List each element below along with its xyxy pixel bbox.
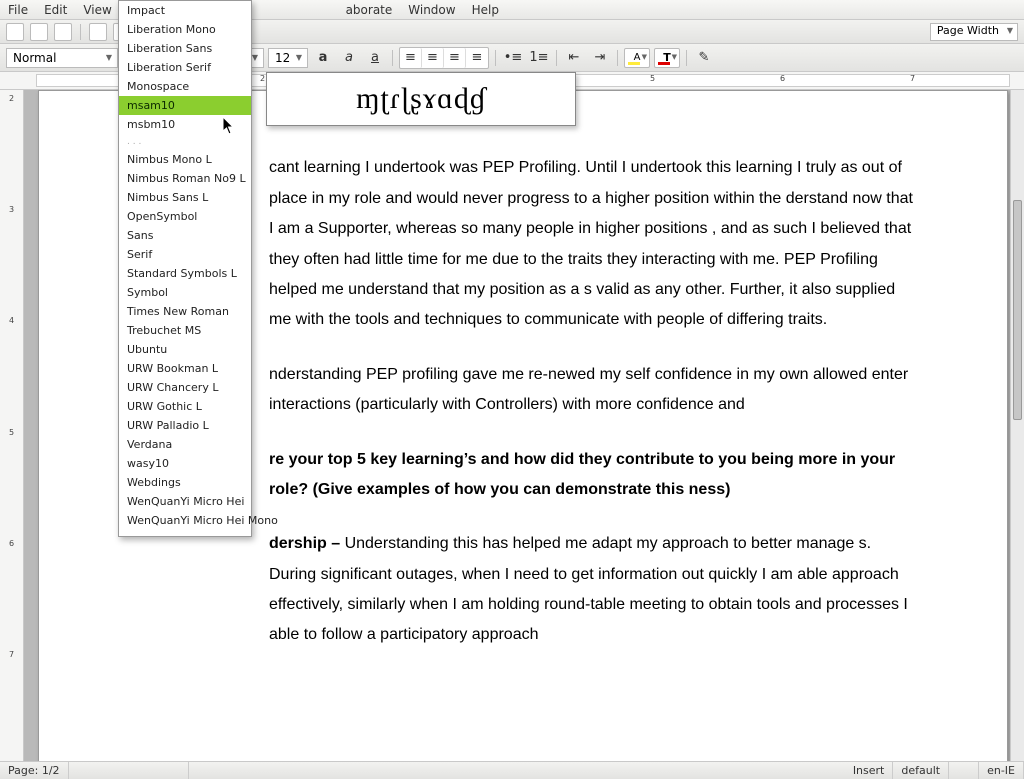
number-list-button[interactable]: 1≡ [528,48,550,68]
status-language[interactable]: en-IE [979,762,1024,779]
bullet-list-button[interactable]: •≡ [502,48,524,68]
font-option[interactable]: URW Gothic L [119,397,251,416]
font-option[interactable]: Nimbus Roman No9 L [119,169,251,188]
heading-2: re your top 5 key learning’s and how did… [269,451,895,498]
align-right-button[interactable]: ≡ [444,48,466,68]
font-option[interactable]: URW Bookman L [119,359,251,378]
highlight-color-button[interactable]: A [624,48,650,68]
font-option[interactable]: URW Chancery L [119,378,251,397]
menu-edit[interactable]: Edit [36,1,75,19]
font-option[interactable]: Times New Roman [119,302,251,321]
zoom-value: Page Width [937,24,999,37]
font-option[interactable]: Sans [119,226,251,245]
menu-file[interactable]: File [0,1,36,19]
clear-formatting-button[interactable]: ✎ [693,48,715,68]
font-option[interactable]: URW Palladio L [119,416,251,435]
align-left-button[interactable]: ≡ [400,48,422,68]
font-option[interactable]: OpenSymbol [119,207,251,226]
ruler-tick: 2 [260,74,265,83]
font-dropdown[interactable]: Impact Liberation Mono Liberation Sans L… [118,0,252,537]
font-option[interactable]: Webdings [119,473,251,492]
separator [80,24,81,40]
status-empty2 [949,762,979,779]
ruler-tick: 4 [9,316,14,427]
separator [495,50,496,66]
font-option[interactable]: Monospace [119,77,251,96]
status-empty [69,762,189,779]
font-option[interactable]: Serif [119,245,251,264]
ruler-tick: 3 [9,205,14,316]
font-option[interactable]: WenQuanYi Micro Hei [119,492,251,511]
align-group: ≡ ≡ ≡ ≡ [399,47,489,69]
vertical-ruler[interactable]: 2 3 4 5 6 7 [0,90,24,761]
status-insert-mode[interactable]: Insert [845,762,894,779]
mouse-cursor-icon [222,116,236,136]
font-option[interactable]: Nimbus Sans L [119,188,251,207]
font-option[interactable]: Standard Symbols L [119,264,251,283]
font-size-combo[interactable]: 12 [268,48,308,68]
font-option[interactable]: Ubuntu [119,340,251,359]
font-option[interactable]: wasy10 [119,454,251,473]
menu-view[interactable]: View [75,1,119,19]
ruler-tick: 5 [9,428,14,539]
body-lead: dership – [269,535,345,552]
font-option[interactable]: Liberation Sans [119,39,251,58]
body-text: cant learning I undertook was PEP Profil… [269,159,913,328]
vertical-scrollbar[interactable] [1010,90,1024,761]
status-page[interactable]: Page: 1/2 [0,762,69,779]
separator [686,50,687,66]
increase-indent-button[interactable]: ⇥ [589,48,611,68]
paragraph-style-value: Normal [13,51,56,65]
menu-collaborate[interactable]: aborate [338,1,401,19]
ruler-tick: 5 [650,74,655,83]
bold-button[interactable]: a [312,48,334,68]
ruler-tick: 6 [780,74,785,83]
font-option: . . . [119,134,251,150]
open-icon[interactable] [30,23,48,41]
separator [392,50,393,66]
align-center-button[interactable]: ≡ [422,48,444,68]
font-option[interactable]: Liberation Serif [119,58,251,77]
ruler-tick: 2 [9,94,14,205]
menu-window[interactable]: Window [400,1,463,19]
font-option[interactable]: Impact [119,1,251,20]
status-bar: Page: 1/2 Insert default en-IE [0,761,1024,779]
font-preview-tooltip: ɱʈɾɭʂɤɑɖɠ [266,72,576,126]
separator [556,50,557,66]
font-option-selected[interactable]: msam10 [119,96,251,115]
new-doc-icon[interactable] [6,23,24,41]
decrease-indent-button[interactable]: ⇤ [563,48,585,68]
font-option[interactable]: Symbol [119,283,251,302]
italic-button[interactable]: a [338,48,360,68]
font-option[interactable]: Verdana [119,435,251,454]
paragraph-style-combo[interactable]: Normal [6,48,118,68]
font-size-value: 12 [275,51,290,65]
font-color-button[interactable]: T [654,48,680,68]
ruler-tick: 6 [9,539,14,650]
underline-button[interactable]: a [364,48,386,68]
menu-help[interactable]: Help [464,1,507,19]
align-justify-button[interactable]: ≡ [466,48,488,68]
ruler-tick: 7 [910,74,915,83]
font-option[interactable]: WenQuanYi Micro Hei Mono [119,511,251,530]
body-text: Understanding this has helped me adapt m… [269,535,908,643]
font-option[interactable]: Nimbus Mono L [119,150,251,169]
body-text: nderstanding PEP profiling gave me re-ne… [269,366,908,413]
status-selection-mode[interactable]: default [893,762,949,779]
font-preview-text: ɱʈɾɭʂɤɑɖɠ [356,82,486,116]
separator [617,50,618,66]
font-option[interactable]: Liberation Mono [119,20,251,39]
zoom-select[interactable]: Page Width [930,23,1018,41]
font-option[interactable]: Trebuchet MS [119,321,251,340]
save-icon[interactable] [54,23,72,41]
ruler-tick: 7 [9,650,14,761]
undo-icon[interactable] [89,23,107,41]
scrollbar-thumb[interactable] [1013,200,1022,420]
